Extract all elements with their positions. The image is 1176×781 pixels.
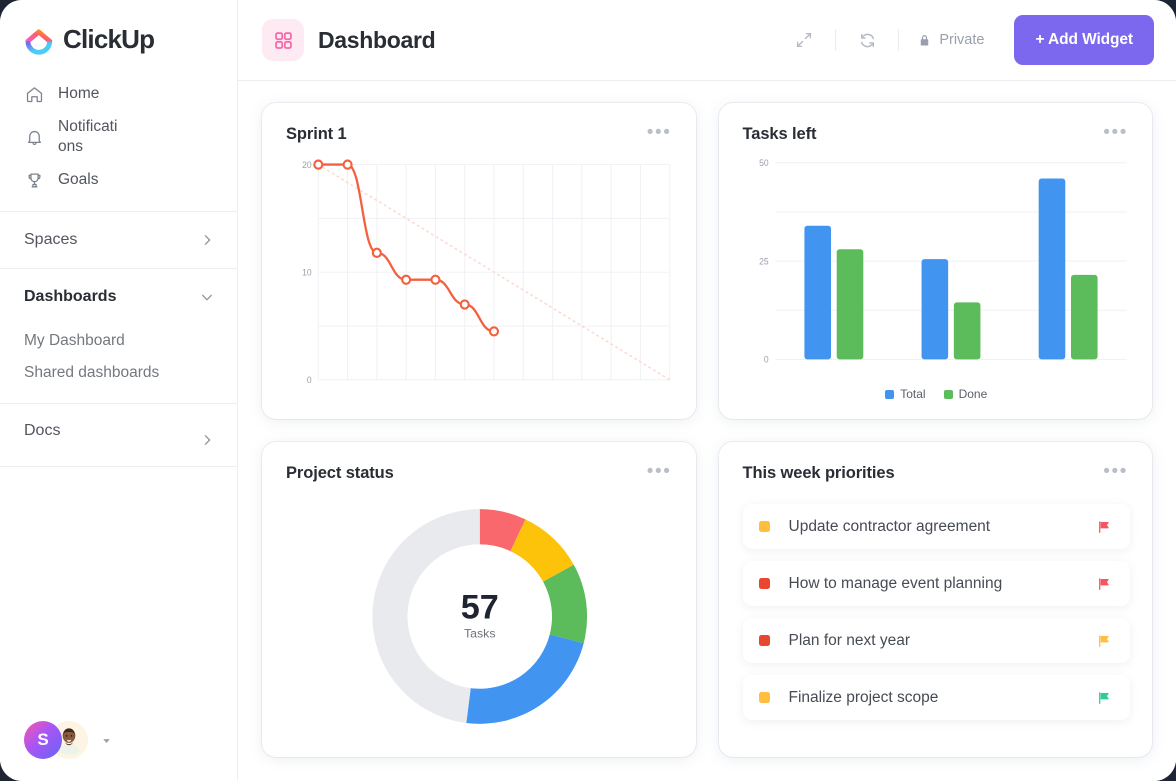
trophy-icon <box>24 170 44 190</box>
widget-priorities: This week priorities ••• Update contract… <box>719 442 1153 757</box>
legend-swatch <box>885 390 894 399</box>
privacy-status[interactable]: Private <box>913 32 988 48</box>
task-title: How to manage event planning <box>789 575 1078 593</box>
clickup-logo-icon <box>24 25 54 55</box>
sidebar-item-dashboards[interactable]: Dashboards <box>0 269 237 325</box>
task-title: Update contractor agreement <box>789 518 1078 536</box>
priority-color-chip <box>759 578 770 589</box>
bar-chart: 0 25 50 <box>743 151 1131 383</box>
sidebar-item-docs[interactable]: Docs <box>0 404 237 466</box>
widget-menu-button[interactable]: ••• <box>1097 464 1130 484</box>
primary-nav: Home Notifications <box>0 75 237 211</box>
legend-item-done: Done <box>944 387 988 401</box>
chevron-right-icon[interactable] <box>199 422 215 448</box>
home-icon <box>24 84 44 104</box>
widget-header: Tasks left ••• <box>743 125 1131 145</box>
sidebar-item-notifications[interactable]: Notifications <box>0 111 237 163</box>
widget-header: This week priorities ••• <box>743 464 1131 484</box>
legend-item-total: Total <box>885 387 925 401</box>
list-item[interactable]: Finalize project scope <box>743 675 1131 720</box>
widget-menu-button[interactable]: ••• <box>641 125 674 145</box>
svg-text:20: 20 <box>302 160 312 170</box>
legend-swatch <box>944 390 953 399</box>
task-title: Finalize project scope <box>789 689 1078 707</box>
burndown-chart: 0 10 20 <box>286 151 674 405</box>
flag-icon[interactable] <box>1096 576 1112 592</box>
sidebar-item-label: Notifications <box>58 117 138 157</box>
widget-tasks-left: Tasks left ••• 0 25 50 Total <box>719 103 1153 419</box>
workspace-avatar[interactable]: S <box>24 721 62 759</box>
widget-header: Project status ••• <box>286 464 674 484</box>
priority-color-chip <box>759 521 770 532</box>
widget-project-status: Project status ••• 57 Tasks <box>262 442 696 757</box>
list-item[interactable]: Update contractor agreement <box>743 504 1131 549</box>
top-bar: Dashboard <box>238 0 1176 81</box>
app-window: ClickUp Home Notifications <box>0 0 1176 781</box>
sidebar-user-area: S <box>0 721 237 781</box>
sidebar-spacer <box>0 467 237 721</box>
widget-title: Sprint 1 <box>286 125 347 144</box>
widget-title: This week priorities <box>743 464 895 483</box>
brand-name: ClickUp <box>63 24 154 55</box>
svg-text:0: 0 <box>763 355 768 365</box>
widget-menu-button[interactable]: ••• <box>641 464 674 484</box>
donut-center-value: 57 <box>461 588 499 626</box>
sidebar-section-label: Dashboards <box>24 288 116 306</box>
svg-text:50: 50 <box>759 158 769 168</box>
dashboards-sublist: My Dashboard Shared dashboards <box>0 325 237 403</box>
donut-center-label: Tasks <box>464 626 496 640</box>
svg-text:25: 25 <box>759 256 769 266</box>
chevron-right-icon[interactable] <box>199 232 215 248</box>
sidebar: ClickUp Home Notifications <box>0 0 238 781</box>
list-item[interactable]: Plan for next year <box>743 618 1131 663</box>
flag-icon[interactable] <box>1096 519 1112 535</box>
priority-color-chip <box>759 692 770 703</box>
avatar-stack: S <box>24 721 88 759</box>
caret-down-icon[interactable] <box>100 734 113 747</box>
add-widget-button[interactable]: + Add Widget <box>1014 15 1154 65</box>
priority-color-chip <box>759 635 770 646</box>
sidebar-item-label: Home <box>58 84 99 104</box>
dashboard-grid-icon <box>262 19 304 61</box>
widget-sprint: Sprint 1 ••• 0 10 20 <box>262 103 696 419</box>
bell-icon <box>24 127 44 147</box>
sidebar-item-home[interactable]: Home <box>0 77 237 111</box>
widget-header: Sprint 1 ••• <box>286 125 674 145</box>
toolbar-divider <box>835 29 836 51</box>
sidebar-item-shared-dashboards[interactable]: Shared dashboards <box>0 357 237 389</box>
widget-board: Sprint 1 ••• 0 10 20 Tasks left <box>238 81 1176 781</box>
expand-arrows-icon[interactable] <box>787 23 821 57</box>
flag-icon[interactable] <box>1096 633 1112 649</box>
toolbar-divider <box>898 29 899 51</box>
legend-label: Done <box>959 387 988 401</box>
widget-title: Project status <box>286 464 394 483</box>
flag-icon[interactable] <box>1096 690 1112 706</box>
sidebar-item-label: Goals <box>58 170 99 190</box>
sidebar-item-my-dashboard[interactable]: My Dashboard <box>0 325 237 357</box>
chart-legend: Total Done <box>743 383 1131 405</box>
lock-icon <box>917 33 932 48</box>
widget-title: Tasks left <box>743 125 817 144</box>
sidebar-section-label: Spaces <box>24 231 77 249</box>
priorities-list: Update contractor agreement How to manage… <box>743 490 1131 720</box>
privacy-label: Private <box>939 32 984 48</box>
sidebar-section-label: Docs <box>24 422 60 440</box>
sidebar-item-spaces[interactable]: Spaces <box>0 212 237 268</box>
task-title: Plan for next year <box>789 632 1078 650</box>
widget-menu-button[interactable]: ••• <box>1097 125 1130 145</box>
sidebar-item-goals[interactable]: Goals <box>0 163 237 197</box>
svg-text:0: 0 <box>307 375 312 385</box>
chevron-down-icon[interactable] <box>199 289 215 305</box>
brand-logo[interactable]: ClickUp <box>0 0 237 75</box>
svg-text:10: 10 <box>302 267 312 277</box>
list-item[interactable]: How to manage event planning <box>743 561 1131 606</box>
legend-label: Total <box>900 387 925 401</box>
donut-chart: 57 Tasks <box>286 490 674 743</box>
refresh-icon[interactable] <box>850 23 884 57</box>
page-title: Dashboard <box>318 27 435 54</box>
main-area: Dashboard <box>238 0 1176 781</box>
